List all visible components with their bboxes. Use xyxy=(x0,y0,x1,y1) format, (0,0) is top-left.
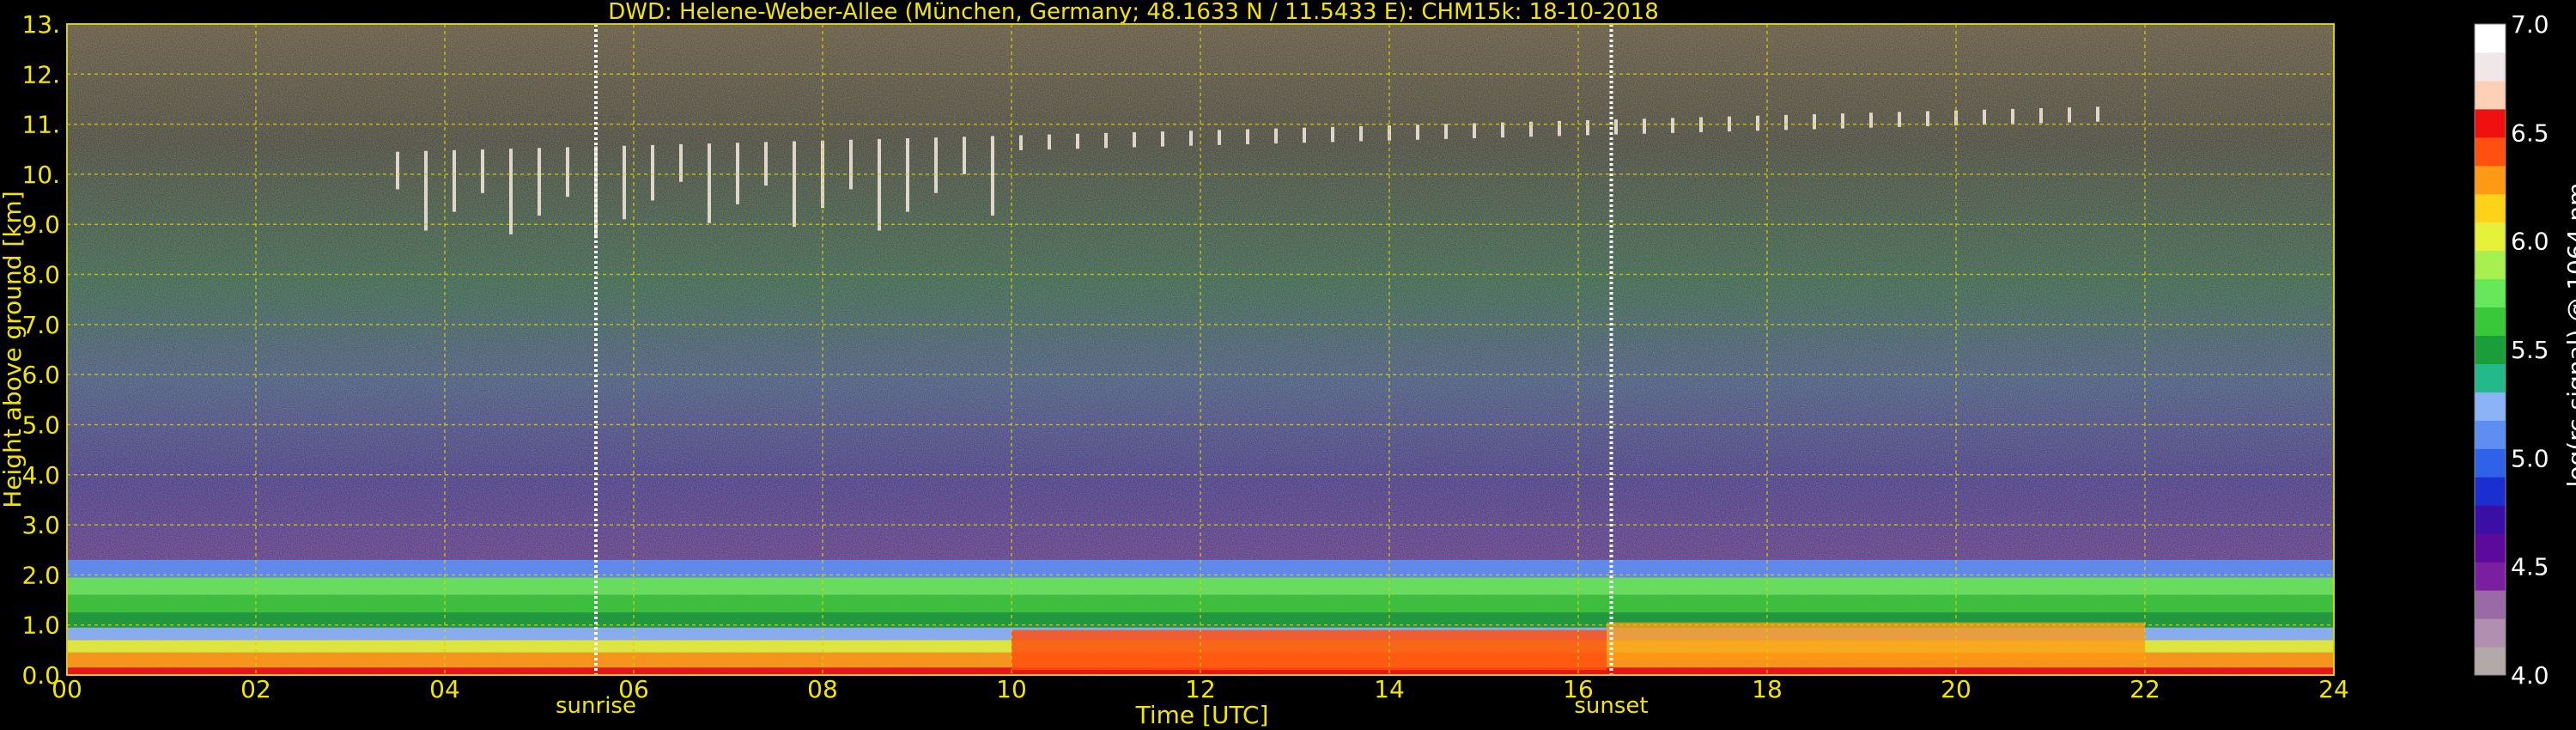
colorbar-swatch xyxy=(2475,477,2506,506)
colorbar-swatch xyxy=(2475,505,2506,534)
annotations: sunrise sunset xyxy=(556,693,1649,719)
colorbar-swatch xyxy=(2475,562,2506,591)
annotation-label: sunset xyxy=(1574,693,1648,719)
colorbar-swatch xyxy=(2475,193,2506,223)
colorbar-swatch xyxy=(2475,222,2506,252)
colorbar-label: log(rc-signal) @ 1064 nm xyxy=(2562,183,2576,488)
x-tick-label: 18 xyxy=(1752,675,1783,703)
x-tick-label: 12 xyxy=(1185,675,1216,703)
evening-aerosol-patch xyxy=(1607,622,2145,660)
y-tick-label: 9.0 xyxy=(21,210,60,239)
aerosol-band xyxy=(67,577,2334,595)
colorbar-swatch xyxy=(2475,137,2506,167)
y-axis-label: Height above ground [km] xyxy=(0,191,27,508)
mixing-layer-patch xyxy=(1012,630,1607,671)
x-axis-label: Time [UTC] xyxy=(1135,701,1269,729)
colorbar-swatch xyxy=(2475,278,2506,308)
colorbar-tick-label: 6.0 xyxy=(2511,228,2549,256)
y-tick-label: 13. xyxy=(21,10,60,39)
colorbar-swatch xyxy=(2475,448,2506,478)
y-tick-label: 1.0 xyxy=(21,611,60,640)
y-tick-label: 12. xyxy=(21,60,60,88)
x-tick-label: 24 xyxy=(2318,675,2349,703)
colorbar-swatch xyxy=(2475,24,2506,53)
x-axis-ticks: 00 02 04 06 08 10 12 14 16 18 20 22 24 xyxy=(52,675,2349,703)
y-tick-label: 5.0 xyxy=(21,411,60,439)
colorbar-ticks: 4.0 4.5 5.0 5.5 6.0 6.5 7.0 xyxy=(2511,10,2549,690)
x-tick-label: 02 xyxy=(240,675,271,703)
colorbar-swatch xyxy=(2475,307,2506,337)
y-tick-label: 2.0 xyxy=(21,561,60,589)
colorbar-tick-label: 4.5 xyxy=(2511,553,2549,581)
colorbar-tick-label: 5.0 xyxy=(2511,444,2549,472)
y-tick-label: 7.0 xyxy=(21,311,60,339)
colorbar xyxy=(2474,23,2506,676)
y-tick-label: 8.0 xyxy=(21,261,60,289)
annotation-label: sunrise xyxy=(556,693,636,719)
y-tick-label: 10. xyxy=(21,161,60,189)
colorbar-tick-label: 5.5 xyxy=(2511,336,2549,364)
colorbar-swatch xyxy=(2475,590,2506,619)
y-tick-label: 6.0 xyxy=(21,361,60,389)
colorbar-swatch xyxy=(2475,80,2506,110)
colorbar-tick-label: 4.0 xyxy=(2511,661,2549,690)
y-axis-ticks: 0.01.02.03.04.05.06.07.08.09.010.11.12.1… xyxy=(21,10,60,690)
y-tick-label: 4.0 xyxy=(21,461,60,490)
colorbar-swatch xyxy=(2475,52,2506,82)
colorbar-swatch xyxy=(2475,420,2506,449)
colorbar-swatch xyxy=(2475,108,2506,138)
x-tick-label: 10 xyxy=(996,675,1027,703)
colorbar-swatch xyxy=(2475,363,2506,392)
colorbar-swatch xyxy=(2475,618,2506,648)
colorbar-tick-label: 7.0 xyxy=(2511,10,2549,39)
chart-title: DWD: Helene-Weber-Allee (München, German… xyxy=(608,0,1659,25)
lidar-backscatter-chart: DWD: Helene-Weber-Allee (München, German… xyxy=(0,0,2576,729)
colorbar-swatch xyxy=(2475,392,2506,421)
x-tick-label: 14 xyxy=(1374,675,1405,703)
colorbar-swatch xyxy=(2475,533,2506,563)
colorbar-swatch xyxy=(2475,335,2506,364)
x-tick-label: 22 xyxy=(2129,675,2160,703)
y-tick-label: 11. xyxy=(21,111,60,139)
colorbar-tick-label: 6.5 xyxy=(2511,119,2549,147)
plot-area xyxy=(66,23,2335,676)
x-tick-label: 04 xyxy=(429,675,460,703)
x-tick-label: 00 xyxy=(52,675,82,703)
y-tick-label: 3.0 xyxy=(21,511,60,539)
x-tick-label: 20 xyxy=(1941,675,1971,703)
x-tick-label: 08 xyxy=(807,675,838,703)
colorbar-swatch xyxy=(2475,647,2506,676)
colorbar-swatch xyxy=(2475,165,2506,195)
colorbar-swatch xyxy=(2475,250,2506,280)
